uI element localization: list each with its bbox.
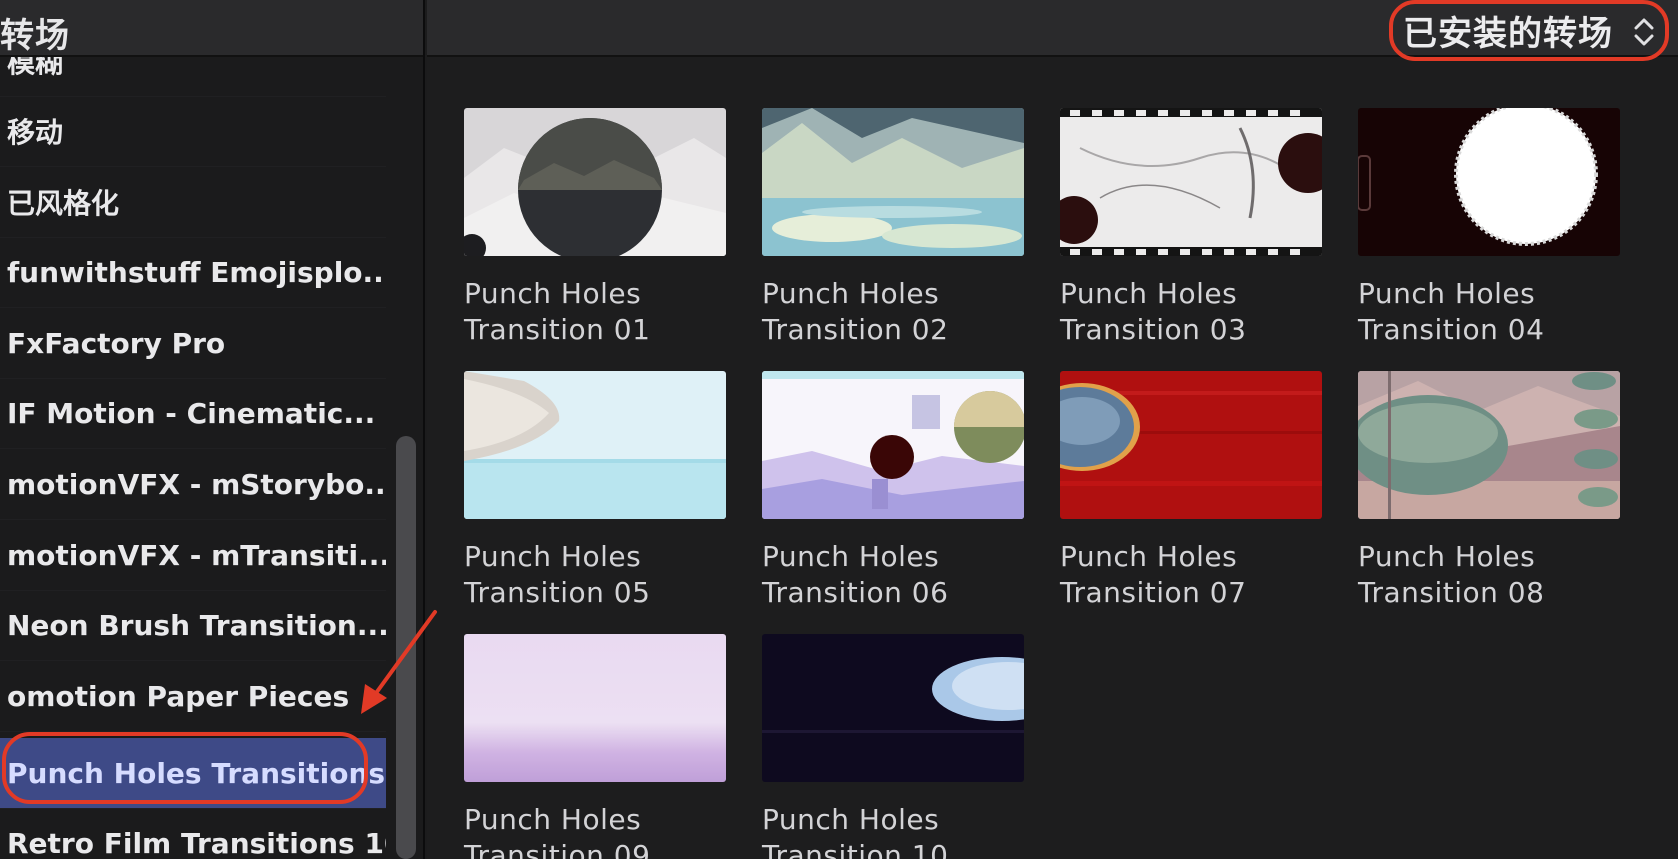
sidebar-title: 转场 [0, 16, 70, 56]
transition-tile-04[interactable]: Punch Holes Transition 04 [1358, 108, 1620, 358]
transition-tile-07[interactable]: Punch Holes Transition 07 [1060, 371, 1322, 621]
sidebar-item-retro-film[interactable]: Retro Film Transitions 10 [0, 808, 386, 859]
sidebar-item-mtransitions[interactable]: motionVFX - mTransiti... [0, 520, 386, 591]
transition-thumbnail [464, 371, 726, 519]
transition-tile-02[interactable]: Punch Holes Transition 02 [762, 108, 1024, 358]
transition-name: Punch Holes [1060, 540, 1238, 573]
transition-tile-05[interactable]: Punch Holes Transition 05 [464, 371, 726, 621]
transitions-browser: 转场 模糊 移动 已风格化 funwithstuff Emojisplo... … [0, 0, 1678, 859]
sidebar-item-neon-brush[interactable]: Neon Brush Transition... [0, 590, 386, 661]
sidebar-item-blur[interactable]: 模糊 [0, 57, 386, 97]
transition-thumbnail [762, 371, 1024, 519]
category-list: 模糊 移动 已风格化 funwithstuff Emojisplo... FxF… [0, 57, 386, 859]
transition-name: Punch Holes [762, 540, 940, 573]
transition-number: Transition 06 [762, 576, 949, 609]
transition-number: Transition 09 [464, 839, 651, 859]
transition-number: Transition 01 [464, 313, 651, 346]
transition-name: Punch Holes [762, 803, 940, 836]
transition-tile-03[interactable]: Punch Holes Transition 03 [1060, 108, 1322, 358]
transition-name: Punch Holes [464, 803, 642, 836]
sidebar-item-movements[interactable]: 移动 [0, 96, 386, 167]
transition-thumbnail [1358, 371, 1620, 519]
sidebar-item-emojisplosion[interactable]: funwithstuff Emojisplo... [0, 237, 386, 308]
transition-number: Transition 03 [1060, 313, 1247, 346]
transition-tile-08[interactable]: Punch Holes Transition 08 [1358, 371, 1620, 621]
transition-name: Punch Holes [1060, 277, 1238, 310]
transition-thumbnail [464, 108, 726, 256]
transition-number: Transition 10 [762, 839, 949, 859]
category-sidebar: 转场 模糊 移动 已风格化 funwithstuff Emojisplo... … [0, 0, 425, 859]
transition-thumbnail [1358, 108, 1620, 256]
sidebar-item-stylized[interactable]: 已风格化 [0, 167, 386, 238]
sidebar-item-paper-pieces[interactable]: omotion Paper Pieces [0, 661, 386, 732]
transition-thumbnail [1060, 371, 1322, 519]
transitions-panel: 已安装的转场 Punch Holes Transition 01 Punch H… [427, 0, 1678, 859]
transition-number: Transition 02 [762, 313, 949, 346]
transition-tile-06[interactable]: Punch Holes Transition 06 [762, 371, 1024, 621]
sidebar-header: 转场 [0, 0, 423, 57]
transition-number: Transition 05 [464, 576, 651, 609]
transition-name: Punch Holes [464, 540, 642, 573]
transition-name: Punch Holes [464, 277, 642, 310]
transition-number: Transition 08 [1358, 576, 1545, 609]
transition-tile-10[interactable]: Punch Holes Transition 10 [762, 634, 1024, 859]
sidebar-item-punch-holes[interactable]: Punch Holes Transitions [0, 738, 386, 809]
transition-thumbnail [1060, 108, 1322, 256]
sidebar-item-fxfactory-pro[interactable]: FxFactory Pro [0, 308, 386, 379]
transition-name: Punch Holes [1358, 540, 1536, 573]
transition-grid: Punch Holes Transition 01 Punch Holes Tr… [427, 0, 1678, 859]
sidebar-item-if-motion[interactable]: IF Motion - Cinematic... [0, 378, 386, 449]
transition-number: Transition 04 [1358, 313, 1545, 346]
transition-number: Transition 07 [1060, 576, 1247, 609]
transition-tile-09[interactable]: Punch Holes Transition 09 [464, 634, 726, 859]
transition-thumbnail [762, 108, 1024, 256]
transition-thumbnail [762, 634, 1024, 782]
transition-name: Punch Holes [1358, 277, 1536, 310]
transition-name: Punch Holes [762, 277, 940, 310]
sidebar-scrollbar-thumb[interactable] [396, 436, 416, 859]
transition-thumbnail [464, 634, 726, 782]
transition-tile-01[interactable]: Punch Holes Transition 01 [464, 108, 726, 358]
sidebar-item-mstoryboard[interactable]: motionVFX - mStorybo... [0, 449, 386, 520]
